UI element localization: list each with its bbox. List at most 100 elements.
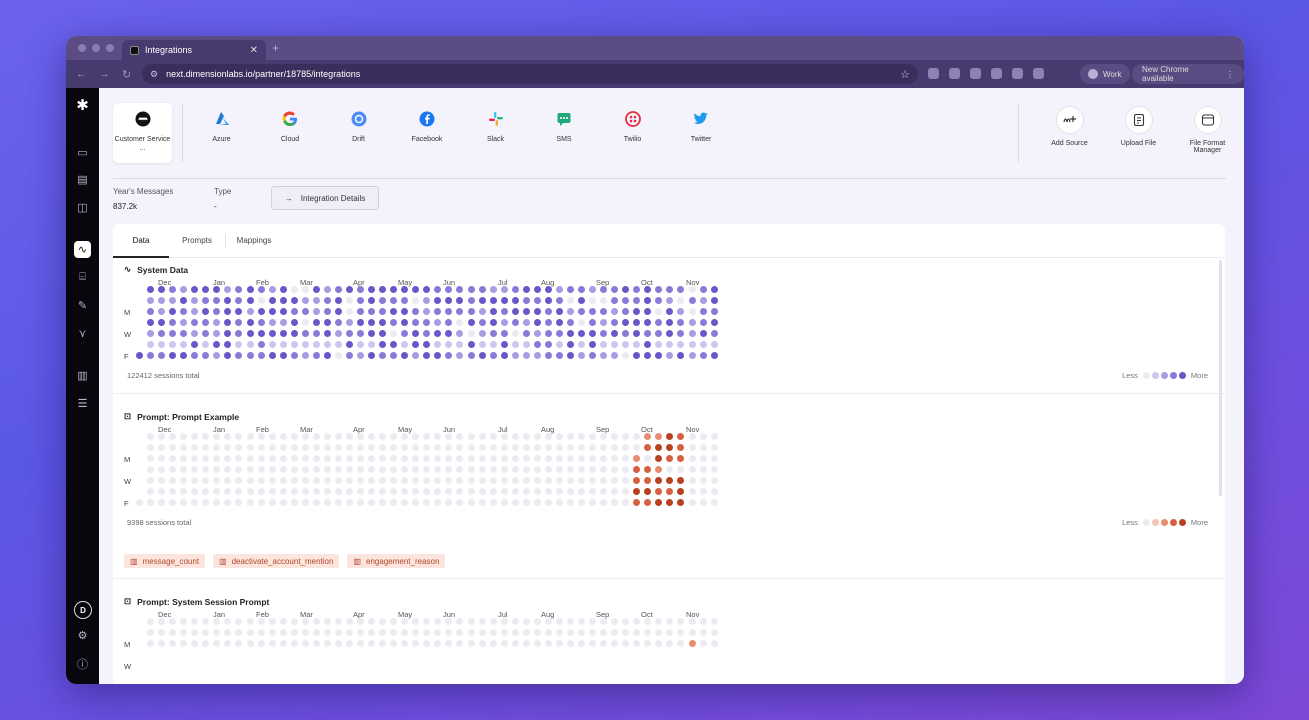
activity-cell[interactable] [357, 466, 364, 474]
activity-cell[interactable] [312, 433, 320, 440]
activity-cell[interactable] [677, 640, 685, 648]
activity-cell[interactable] [191, 330, 199, 338]
activity-cell[interactable] [500, 444, 508, 452]
activity-cell[interactable] [434, 477, 442, 485]
filter-icon[interactable]: ☰ [74, 395, 91, 412]
activity-cell[interactable] [334, 629, 342, 637]
activity-cell[interactable] [257, 466, 265, 474]
activity-cell[interactable] [345, 330, 353, 338]
activity-cell[interactable] [323, 352, 331, 360]
activity-cell[interactable] [246, 640, 254, 648]
activity-cell[interactable] [290, 640, 298, 648]
activity-cell[interactable] [489, 444, 497, 452]
mapping-chip[interactable]: ▥ deactivate_account_mention [213, 554, 340, 568]
activity-cell[interactable] [279, 297, 287, 305]
activity-cell[interactable] [202, 433, 210, 440]
activity-cell[interactable] [224, 433, 232, 440]
activity-cell[interactable] [467, 488, 475, 496]
activity-cell[interactable] [589, 488, 597, 496]
activity-cell[interactable] [456, 352, 464, 360]
activity-cell[interactable] [401, 629, 409, 637]
activity-cell[interactable] [522, 341, 530, 349]
activity-cell[interactable] [467, 444, 475, 452]
url-text[interactable]: next.dimensionlabs.io/partner/18785/inte… [166, 69, 360, 79]
activity-cell[interactable] [412, 618, 420, 625]
activity-cell[interactable] [202, 352, 210, 360]
activity-cell[interactable] [401, 444, 409, 452]
activity-cell[interactable] [456, 308, 464, 316]
activity-cell[interactable] [489, 488, 497, 496]
file-format-button[interactable]: File Format Manager [1173, 106, 1242, 154]
activity-cell[interactable] [257, 286, 265, 293]
activity-cell[interactable] [368, 444, 376, 452]
activity-cell[interactable] [566, 477, 574, 485]
activity-cell[interactable] [622, 499, 630, 507]
activity-cell[interactable] [224, 466, 232, 474]
activity-cell[interactable] [301, 330, 309, 338]
activity-cell[interactable] [644, 297, 652, 305]
activity-cell[interactable] [489, 466, 497, 474]
activity-cell[interactable] [334, 618, 342, 625]
url-bar[interactable]: ⚙ next.dimensionlabs.io/partner/18785/in… [142, 64, 918, 84]
activity-cell[interactable] [434, 308, 442, 316]
activity-cell[interactable] [644, 499, 652, 507]
activity-cell[interactable] [445, 488, 453, 496]
activity-cell[interactable] [710, 455, 718, 463]
activity-cell[interactable] [268, 488, 276, 496]
inbox-icon[interactable]: ▤ [74, 171, 91, 188]
activity-cell[interactable] [147, 488, 155, 496]
activity-cell[interactable] [290, 352, 298, 360]
activity-cell[interactable] [655, 352, 663, 360]
activity-cell[interactable] [235, 341, 243, 349]
activity-cell[interactable] [445, 444, 453, 452]
activity-cell[interactable] [379, 488, 387, 496]
activity-cell[interactable] [434, 433, 442, 440]
activity-cell[interactable] [633, 477, 641, 485]
scrollbar[interactable] [1219, 260, 1222, 496]
activity-cell[interactable] [412, 629, 420, 637]
activity-cell[interactable] [522, 466, 530, 474]
tab-mappings[interactable]: Mappings [226, 224, 282, 257]
activity-cell[interactable] [323, 477, 331, 485]
activity-cell[interactable] [688, 444, 696, 452]
activity-cell[interactable] [379, 466, 387, 474]
activity-cell[interactable] [169, 319, 177, 327]
activity-cell[interactable] [323, 319, 331, 327]
activity-cell[interactable] [511, 341, 519, 349]
activity-cell[interactable] [555, 488, 563, 496]
activity-cell[interactable] [235, 466, 243, 474]
activity-cell[interactable] [158, 433, 166, 440]
activity-cell[interactable] [611, 618, 619, 625]
activity-cell[interactable] [434, 341, 442, 349]
activity-cell[interactable] [279, 466, 287, 474]
activity-cell[interactable] [268, 444, 276, 452]
activity-cell[interactable] [246, 433, 254, 440]
activity-cell[interactable] [511, 308, 519, 316]
activity-cell[interactable] [158, 297, 166, 305]
source-facebook[interactable]: Facebook [398, 103, 457, 163]
activity-cell[interactable] [191, 499, 199, 507]
activity-cell[interactable] [478, 444, 486, 452]
activity-cell[interactable] [147, 433, 155, 440]
activity-cell[interactable] [589, 330, 597, 338]
activity-cell[interactable] [699, 330, 707, 338]
activity-cell[interactable] [622, 319, 630, 327]
user-avatar[interactable]: D [74, 601, 92, 619]
activity-cell[interactable] [368, 308, 376, 316]
activity-cell[interactable] [169, 466, 177, 474]
activity-cell[interactable] [268, 640, 276, 648]
activity-cell[interactable] [235, 499, 243, 507]
activity-cell[interactable] [478, 466, 486, 474]
activity-cell[interactable] [357, 319, 364, 327]
activity-cell[interactable] [633, 629, 641, 637]
activity-cell[interactable] [677, 477, 685, 485]
activity-cell[interactable] [622, 640, 630, 648]
activity-cell[interactable] [213, 455, 221, 463]
activity-cell[interactable] [710, 352, 718, 360]
activity-cell[interactable] [202, 286, 210, 293]
activity-cell[interactable] [522, 308, 530, 316]
activity-cell[interactable] [401, 455, 409, 463]
activity-cell[interactable] [544, 433, 552, 440]
activity-cell[interactable] [467, 477, 475, 485]
activity-cell[interactable] [290, 455, 298, 463]
